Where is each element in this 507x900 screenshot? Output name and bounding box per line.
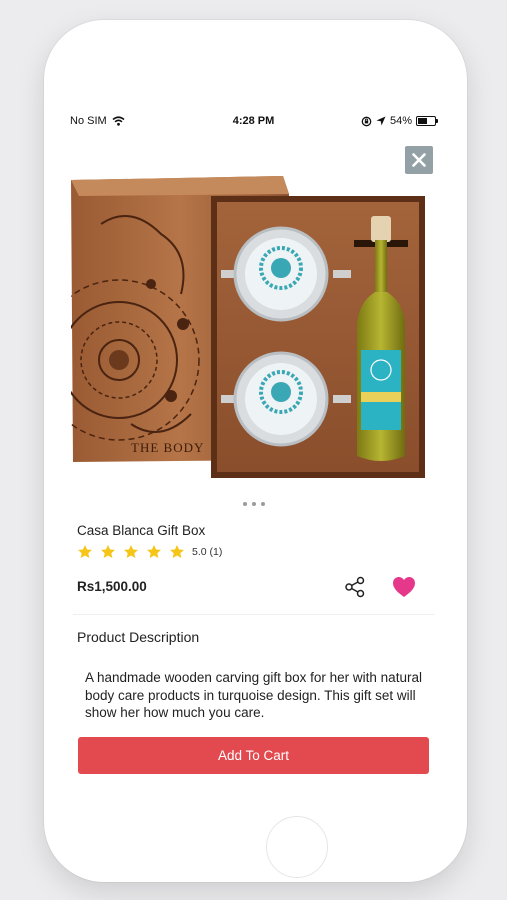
gift-tray [211,196,425,478]
status-bar: No SIM 4:28 PM 54% [65,110,442,132]
status-right: 54% [361,115,438,127]
close-button[interactable] [405,146,433,174]
section-divider [73,614,434,615]
pagination-dot[interactable] [251,502,256,506]
rating-stars [77,544,192,560]
home-button[interactable] [266,816,328,878]
product-rating: 5.0 (1) [77,544,222,560]
battery-percent: 54% [389,115,412,127]
pagination-dot[interactable] [242,502,247,506]
battery-level [418,118,427,124]
share-icon[interactable] [344,576,366,598]
svg-text:THE BODY: THE BODY [131,440,204,455]
star-icon [170,545,184,558]
battery-icon [416,116,438,126]
product-price: Rs1,500.00 [77,579,147,594]
description-heading: Product Description [77,629,200,645]
product-image[interactable]: THE BODY [71,174,429,496]
pagination-dot[interactable] [260,502,265,506]
star-icon [78,545,92,558]
product-title: Casa Blanca Gift Box [77,523,206,538]
star-icon [101,545,115,558]
orientation-lock-icon [361,116,372,126]
description-text: A handmade wooden carving gift box for h… [85,670,422,720]
add-to-cart-button[interactable]: Add To Cart [78,737,429,774]
location-arrow-icon [376,116,386,126]
close-icon [412,153,426,167]
gallery-pagination [65,502,442,506]
app-screen: No SIM 4:28 PM 54% THE BODY Casa Blanca … [65,110,442,780]
star-icon [147,545,161,558]
rating-text: 5.0 (1) [192,546,223,558]
star-icon [124,545,138,558]
heart-icon[interactable] [392,576,416,598]
